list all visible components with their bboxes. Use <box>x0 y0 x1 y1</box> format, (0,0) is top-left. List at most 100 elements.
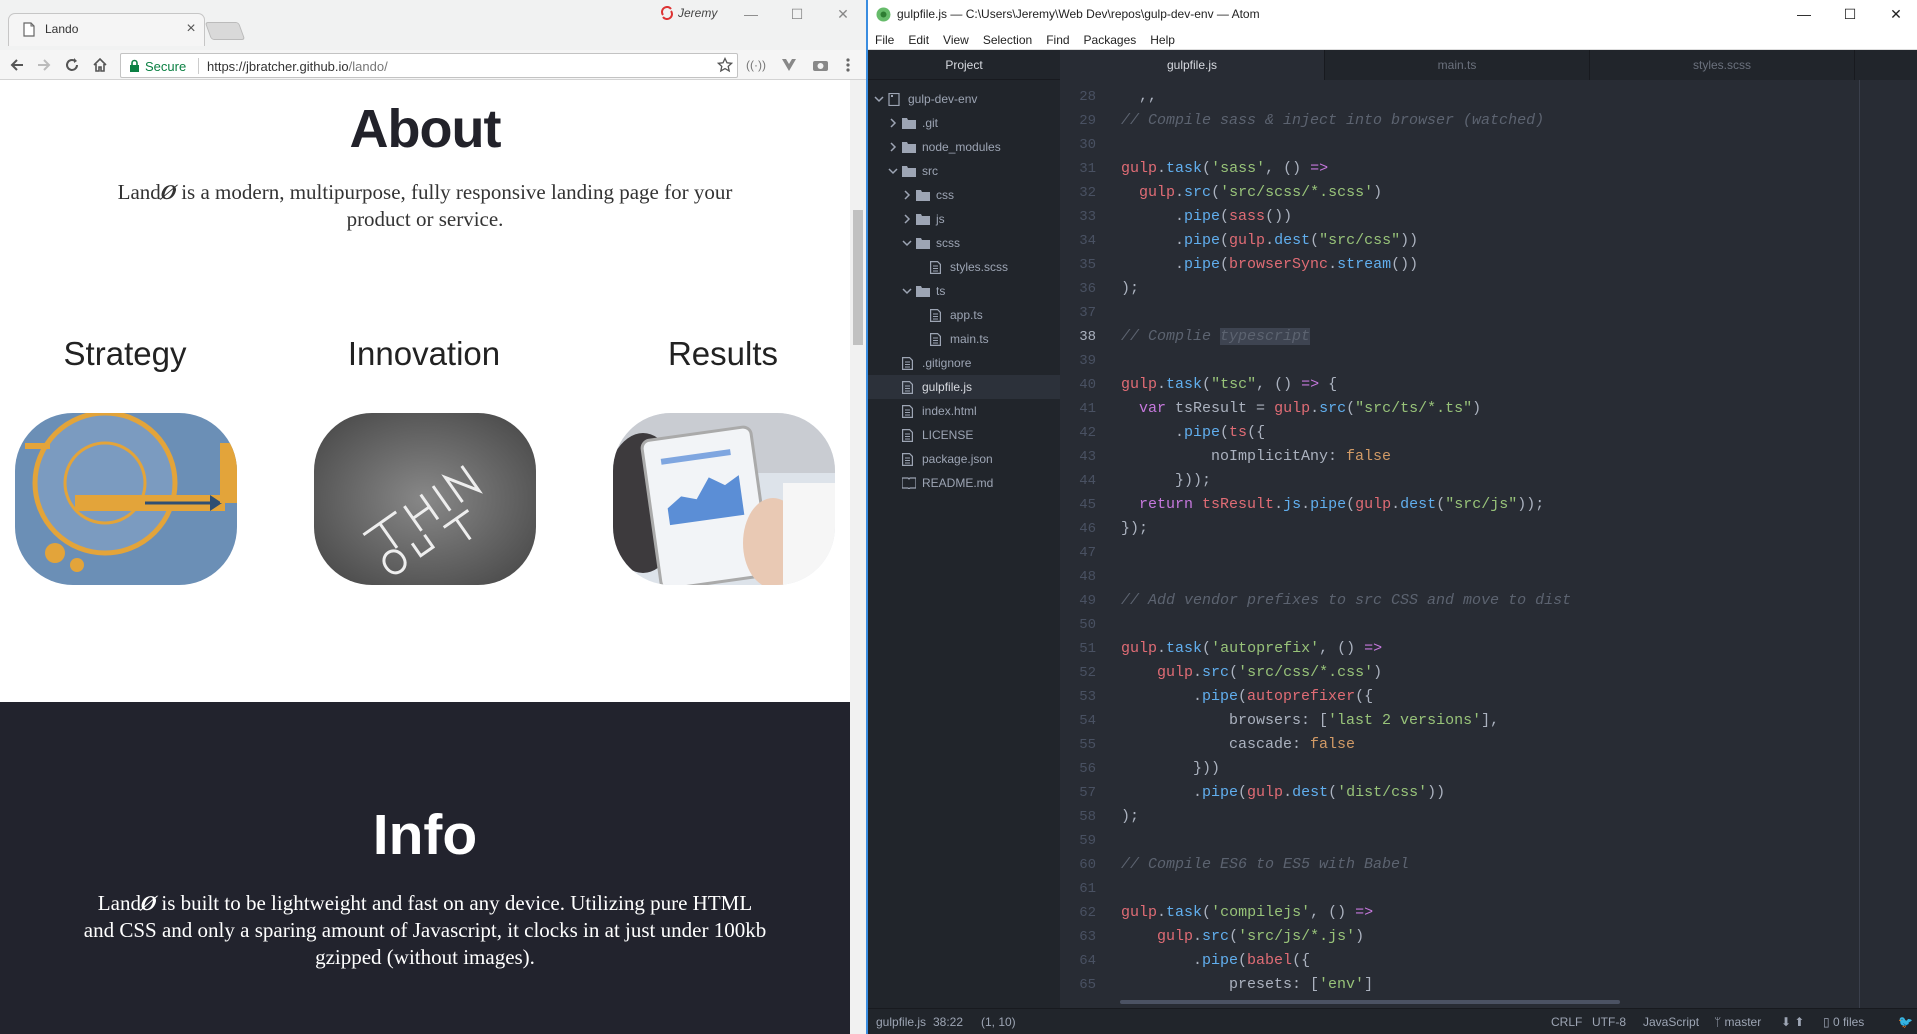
chevron-down-icon[interactable] <box>874 93 884 105</box>
atom-minimize-button[interactable]: — <box>1781 0 1827 28</box>
profile-name: Jeremy <box>678 6 718 20</box>
tree-item[interactable]: main.ts <box>868 327 1060 351</box>
extension-vue-icon[interactable] <box>779 55 799 75</box>
file-icon <box>902 429 913 442</box>
tree-item[interactable]: LICENSE <box>868 423 1060 447</box>
tree-item[interactable]: .git <box>868 111 1060 135</box>
tree-item-label: scss <box>936 236 960 250</box>
menu-find[interactable]: Find <box>1039 30 1076 49</box>
chevron-down-icon[interactable] <box>902 285 912 297</box>
file-icon <box>902 405 913 418</box>
horizontal-scrollbar[interactable] <box>1120 1000 1620 1004</box>
page-scrollbar[interactable] <box>850 80 866 1034</box>
tree-item[interactable]: node_modules <box>868 135 1060 159</box>
tree-item[interactable]: styles.scss <box>868 255 1060 279</box>
code-token: ( <box>1220 232 1230 249</box>
chrome-window: Lando × Jeremy — ☐ ✕ Secure https://jbra… <box>0 0 866 1034</box>
chevron-right-icon[interactable] <box>902 213 912 225</box>
menu-packages[interactable]: Packages <box>1077 30 1144 49</box>
status-github-files[interactable]: ▯ 0 files <box>1823 1015 1864 1029</box>
chrome-menu-icon[interactable] <box>838 55 858 75</box>
tree-item[interactable]: README.md <box>868 471 1060 495</box>
chevron-down-icon[interactable] <box>902 237 912 249</box>
code-token: ,, <box>1121 88 1158 105</box>
chevron-right-icon[interactable] <box>888 117 898 129</box>
status-line-ending[interactable]: CRLF <box>1551 1015 1582 1029</box>
tree-item[interactable]: js <box>868 207 1060 231</box>
tree-item[interactable]: scss <box>868 231 1060 255</box>
code-token: src <box>1202 664 1230 681</box>
menu-edit[interactable]: Edit <box>901 30 936 49</box>
code-line: .pipe(babel({ <box>1121 949 1310 973</box>
tree-item[interactable]: css <box>868 183 1060 207</box>
code-token: presets: [ <box>1121 976 1320 993</box>
editor-tab-bar: gulpfile.js main.ts styles.scss <box>1060 50 1917 80</box>
code-line: gulp.task('autoprefix', () => <box>1121 637 1382 661</box>
extension-camera-icon[interactable] <box>810 55 830 75</box>
wrap-guide <box>1859 80 1860 1008</box>
tab-close-icon[interactable]: × <box>181 18 201 40</box>
code-token: ( <box>1328 784 1338 801</box>
code-line: .pipe(gulp.dest('dist/css')) <box>1121 781 1445 805</box>
tree-item[interactable]: index.html <box>868 399 1060 423</box>
reload-button[interactable] <box>61 54 83 76</box>
git-fetch-icons[interactable]: ⬇ ⬆ <box>1781 1015 1804 1029</box>
code-token: . <box>1157 904 1167 921</box>
atom-close-button[interactable]: ✕ <box>1873 0 1917 28</box>
forward-button[interactable] <box>33 54 55 76</box>
code-line: })); <box>1121 469 1211 493</box>
address-bar[interactable]: Secure https://jbratcher.github.io/lando… <box>120 53 738 78</box>
chevron-down-icon[interactable] <box>888 165 898 177</box>
new-tab-button[interactable] <box>204 22 246 40</box>
extension-cast-icon[interactable]: ((·)) <box>746 55 766 75</box>
code-token: task <box>1166 640 1203 657</box>
home-button[interactable] <box>89 54 111 76</box>
page-scrollbar-thumb[interactable] <box>853 210 863 345</box>
status-grammar[interactable]: JavaScript <box>1643 1015 1699 1029</box>
tree-item-label: styles.scss <box>950 260 1009 274</box>
atom-maximize-button[interactable]: ☐ <box>1827 0 1873 28</box>
code-token: pipe <box>1310 496 1347 513</box>
url-text: https://jbratcher.github.io/lando/ <box>207 59 388 74</box>
status-git-branch[interactable]: ᛘ master <box>1714 1015 1761 1029</box>
code-area[interactable]: ,, // Compile sass & inject into browser … <box>1106 80 1917 1008</box>
folder-icon <box>916 286 930 297</box>
chevron-right-icon[interactable] <box>888 141 898 153</box>
bookmark-star-icon[interactable] <box>717 57 733 73</box>
code-token: . <box>1121 688 1203 705</box>
minimize-button[interactable]: — <box>728 0 774 28</box>
chevron-right-icon[interactable] <box>902 189 912 201</box>
browser-tab-lando[interactable]: Lando × <box>8 13 205 46</box>
github-files-count: 0 files <box>1832 1015 1865 1029</box>
editor-tab-main-ts[interactable]: main.ts <box>1325 50 1590 80</box>
menu-help[interactable]: Help <box>1143 30 1182 49</box>
code-token: 'compilejs' <box>1211 904 1311 921</box>
editor-tab-styles-scss[interactable]: styles.scss <box>1590 50 1855 80</box>
menu-file[interactable]: File <box>868 30 901 49</box>
tree-item[interactable]: .gitignore <box>868 351 1060 375</box>
tree-item[interactable]: package.json <box>868 447 1060 471</box>
line-number: 58 <box>1079 809 1096 825</box>
profile-button[interactable]: Jeremy <box>660 3 717 23</box>
menu-selection[interactable]: Selection <box>976 30 1039 49</box>
tree-item[interactable]: ts <box>868 279 1060 303</box>
status-cursor-position[interactable]: 38:22 <box>933 1015 963 1029</box>
tree-item[interactable]: gulp-dev-env <box>868 87 1060 111</box>
status-file-name[interactable]: gulpfile.js <box>876 1015 926 1029</box>
code-token: => <box>1310 160 1329 177</box>
tree-item[interactable]: gulpfile.js <box>868 375 1060 399</box>
code-token: gulp <box>1355 496 1392 513</box>
tree-item[interactable]: app.ts <box>868 303 1060 327</box>
code-line: // Complie typescript <box>1121 325 1311 349</box>
status-encoding[interactable]: UTF-8 <box>1592 1015 1626 1029</box>
tree-item[interactable]: src <box>868 159 1060 183</box>
project-tree-header[interactable]: Project <box>868 50 1060 80</box>
twitter-bird-icon[interactable]: 🐦 <box>1898 1015 1913 1029</box>
maximize-button[interactable]: ☐ <box>774 0 820 28</box>
close-button[interactable]: ✕ <box>820 0 866 28</box>
back-button[interactable] <box>6 54 28 76</box>
editor-tab-gulpfile[interactable]: gulpfile.js <box>1060 50 1325 80</box>
menu-view[interactable]: View <box>936 30 976 49</box>
